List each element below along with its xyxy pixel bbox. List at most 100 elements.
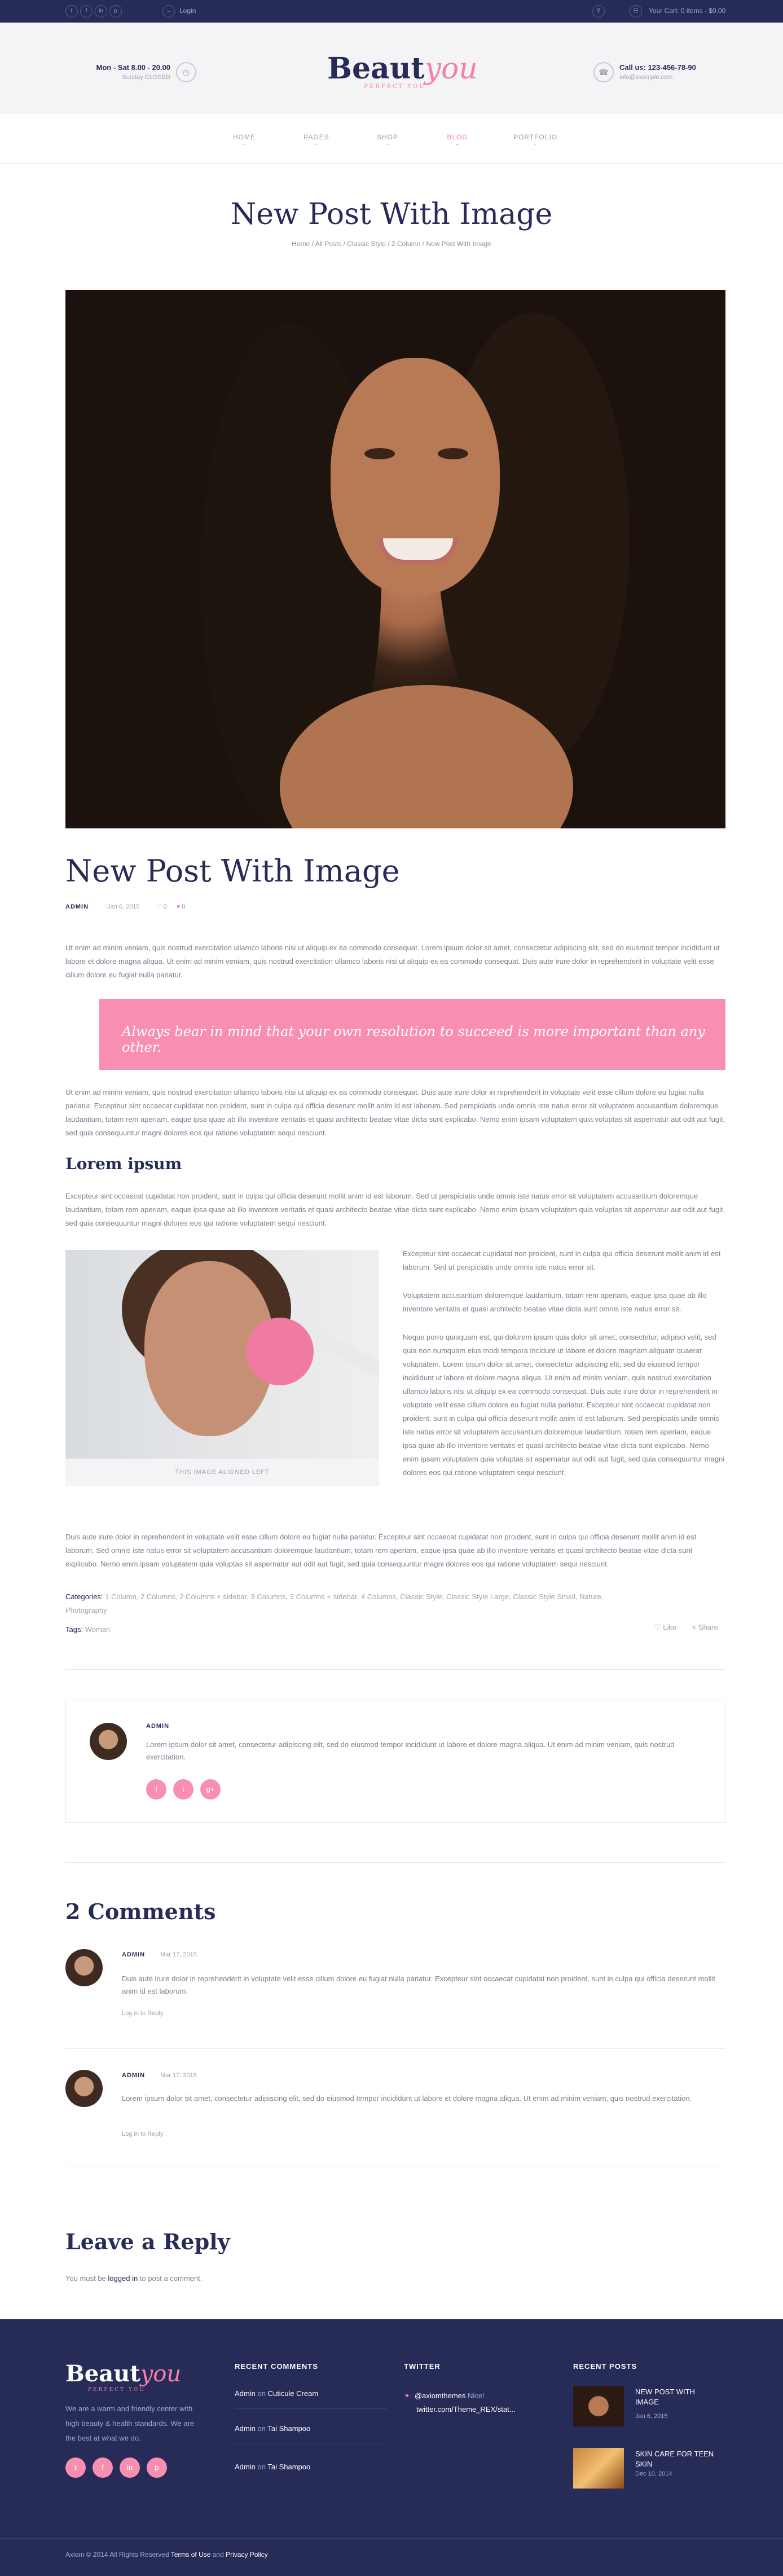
top-bar: t f in p → Login ⚲ ☷ Your Cart: 0 items …	[0, 0, 783, 23]
comment-author[interactable]: ADMIN	[122, 2072, 145, 2079]
cart-summary[interactable]: Your Cart: 0 items - $0.00	[649, 7, 725, 15]
recent-post-date: Jan 6, 2015	[635, 2413, 668, 2420]
email-text[interactable]: info@example.com	[619, 74, 696, 81]
logo-accent: you	[424, 52, 478, 86]
nav-item-home[interactable]: HOME	[213, 133, 275, 145]
recent-post-title[interactable]: NEW POST WITH IMAGE	[635, 2387, 720, 2407]
tags-list[interactable]: Woman	[85, 1625, 111, 1634]
recent-posts-heading: RECENT POSTS	[573, 2362, 637, 2371]
search-icon[interactable]: ⚲	[592, 5, 605, 17]
facebook-icon[interactable]: f	[93, 2457, 113, 2478]
terms-link[interactable]: Terms of Use	[171, 2551, 211, 2559]
pinterest-icon[interactable]: p	[109, 5, 122, 17]
recent-post-thumbnail[interactable]	[573, 2386, 624, 2426]
linkedin-icon[interactable]: in	[120, 2457, 140, 2478]
nav-item-pages[interactable]: PAGES	[285, 133, 347, 145]
hours-text: Mon - Sat 8.00 - 20.00	[96, 63, 171, 72]
clock-icon: ◷	[176, 62, 196, 82]
twitter-handle[interactable]: @axiomthemes	[415, 2391, 466, 2400]
contact-info: Call us: 123-456-78-90 info@example.com	[619, 63, 696, 81]
comment-avatar	[65, 2070, 103, 2107]
footer-description: We are a warm and friendly center with h…	[65, 2404, 195, 2442]
share-icon[interactable]: <	[692, 1623, 697, 1631]
blockquote: Always bear in mind that your own resolu…	[99, 999, 725, 1070]
nav-item-blog[interactable]: BLOG	[426, 133, 489, 145]
side-paragraph-2: Voluptatem accusantium doloremque laudan…	[403, 1291, 707, 1313]
tags-label: Tags:	[65, 1625, 83, 1634]
like-button[interactable]: Like	[663, 1623, 676, 1631]
author-box: ADMIN Lorem ipsum dolor sit amet, consec…	[65, 1700, 725, 1823]
twitter-icon[interactable]: t	[173, 1779, 193, 1800]
login-link[interactable]: logged in	[108, 2274, 138, 2283]
author-avatar	[90, 1723, 127, 1760]
side-paragraph-3: Neque porro quisquam est, qui dolorem ip…	[403, 1333, 725, 1477]
page-title: New Post With Image	[230, 198, 553, 231]
facebook-icon[interactable]: f	[80, 5, 93, 17]
author-name[interactable]: ADMIN	[146, 1723, 169, 1730]
recent-comment[interactable]: Admin on Cuticule Cream	[235, 2389, 318, 2398]
post-meta: ADMIN Jan 6, 2015 ♡ 0 ♥ 0	[65, 903, 186, 910]
reply-heading: Leave a Reply	[65, 2229, 230, 2254]
like-icon[interactable]: ♡	[654, 1623, 661, 1631]
pinterest-icon[interactable]: p	[147, 2457, 167, 2478]
recent-post-title[interactable]: SKIN CARE FOR TEEN SKIN	[635, 2449, 720, 2469]
site-logo[interactable]: Beautyou PERFECT YOU	[327, 52, 478, 90]
comments-heading: 2 Comments	[65, 1899, 216, 1924]
facebook-icon[interactable]: f	[146, 1779, 166, 1800]
recent-comments-heading: RECENT COMMENTS	[235, 2362, 318, 2371]
comment-author[interactable]: ADMIN	[122, 1951, 145, 1958]
privacy-link[interactable]: Privacy Policy	[226, 2551, 268, 2559]
nav-item-portfolio[interactable]: PORTFOLIO	[504, 133, 566, 145]
recent-post-date: Dec 10, 2014	[635, 2470, 672, 2477]
twitter-heading: TWITTER	[404, 2362, 441, 2371]
image-caption: THIS IMAGE ALIGNED LEFT	[65, 1459, 379, 1486]
post-paragraph-2: Ut enim ad minim veniam, quis nostrud ex…	[65, 1088, 725, 1137]
site-header: Mon - Sat 8.00 - 20.00 Sunday CLOSED ◷ B…	[0, 23, 783, 114]
post-paragraph-4: Duis aute irure dolor in reprehenderit i…	[65, 1533, 697, 1568]
login-link[interactable]: Login	[179, 7, 196, 15]
reply-link[interactable]: Log in to Reply	[122, 2010, 163, 2017]
comment-date: Mar 17, 2015	[160, 1951, 197, 1958]
nav-item-shop[interactable]: SHOP	[357, 133, 419, 145]
footer-logo[interactable]: Beautyou PERFECT YOU	[65, 2361, 181, 2393]
breadcrumb[interactable]: Home / All Posts / Classic Style / 2 Col…	[0, 240, 783, 248]
main-nav: HOME PAGES SHOP BLOG PORTFOLIO	[0, 114, 783, 164]
post-title: New Post With Image	[65, 853, 400, 889]
recent-post-thumbnail[interactable]	[573, 2448, 624, 2489]
reply-link[interactable]: Log in to Reply	[122, 2131, 163, 2138]
heart-icon[interactable]: ♡	[156, 903, 162, 910]
recent-comment[interactable]: Admin on Tai Shampoo	[235, 2463, 310, 2471]
heart-filled-icon[interactable]: ♥	[177, 903, 181, 910]
like-share-bar: ♡ Like < Share	[654, 1623, 718, 1632]
share-button[interactable]: Share	[698, 1623, 718, 1631]
google-plus-icon[interactable]: g+	[200, 1779, 221, 1800]
twitter-bird-icon: ✦	[404, 2391, 410, 2400]
phone-icon: ☎	[593, 62, 614, 82]
comment-avatar	[65, 1949, 103, 1986]
reply-note: You must be logged in to post a comment.	[65, 2274, 203, 2283]
categories-list[interactable]: 1 Column, 2 Columns, 2 Columns + sidebar…	[65, 1592, 604, 1614]
tweet: ✦ @axiomthemes Nice! twitter.com/Theme_RE…	[404, 2391, 516, 2413]
author-bio: Lorem ipsum dolor sit amet, consectetur …	[146, 1740, 675, 1761]
linkedin-icon[interactable]: in	[95, 5, 107, 17]
comment-date: Mar 17, 2015	[160, 2072, 197, 2079]
tweet-link[interactable]: twitter.com/Theme_REX/stat...	[416, 2405, 516, 2413]
inset-image	[65, 1250, 379, 1459]
likes-count-2: 0	[182, 903, 186, 910]
divider	[65, 1669, 725, 1670]
phone-text: Call us: 123-456-78-90	[619, 63, 696, 72]
side-paragraph-1: Excepteur sint occaecat cupidatat non pr…	[403, 1249, 721, 1271]
login-icon[interactable]: →	[162, 5, 175, 17]
section-heading: Lorem ipsum	[65, 1155, 182, 1173]
quote-text: Always bear in mind that your own resolu…	[122, 1024, 705, 1055]
twitter-icon[interactable]: t	[65, 5, 78, 17]
recent-comment[interactable]: Admin on Tai Shampoo	[235, 2424, 310, 2433]
site-footer: Beautyou PERFECT YOU We are a warm and f…	[0, 2319, 783, 2576]
copyright: Axiom © 2014 All Rights Reserved Terms o…	[65, 2551, 268, 2559]
categories-label: Categories:	[65, 1592, 103, 1601]
twitter-icon[interactable]: t	[65, 2457, 86, 2478]
featured-image	[65, 290, 725, 828]
post-paragraph-3: Excepteur sint occaecat cupidatat non pr…	[65, 1192, 725, 1227]
post-author[interactable]: ADMIN	[65, 903, 89, 910]
cart-icon[interactable]: ☷	[630, 5, 642, 17]
